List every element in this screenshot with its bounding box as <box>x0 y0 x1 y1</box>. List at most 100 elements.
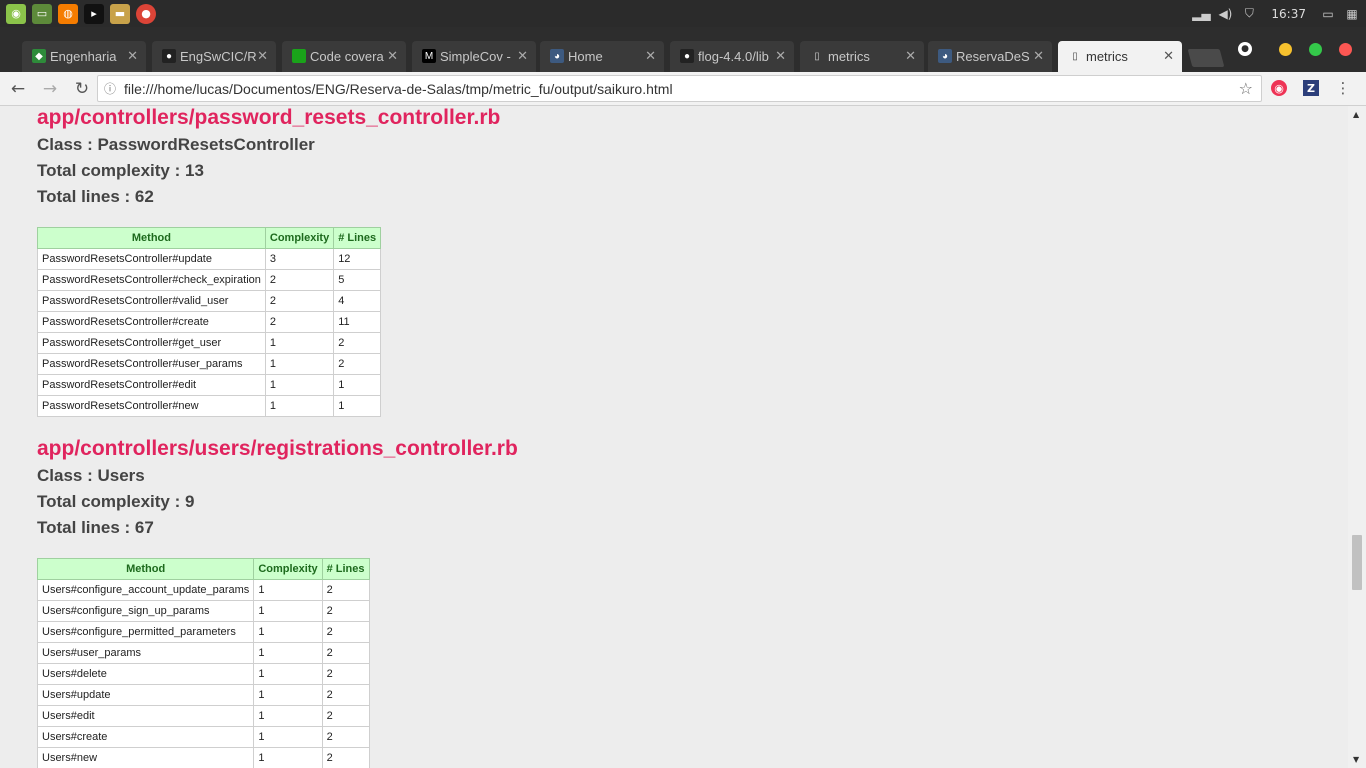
url-text[interactable]: file:///home/lucas/Documentos/ENG/Reserv… <box>124 81 673 97</box>
lines-cell: 1 <box>333 374 382 396</box>
column-header: # Lines <box>333 227 382 249</box>
tab[interactable]: ▯ metrics ✕ <box>1058 41 1182 72</box>
lines-cell: 2 <box>321 684 370 706</box>
class-line: Class : PasswordResetsController <box>37 135 315 154</box>
method-cell: PasswordResetsController#edit <box>37 374 266 396</box>
reload-button[interactable]: ↻ <box>68 75 96 103</box>
tab-close-icon[interactable]: ✕ <box>257 48 268 64</box>
complexity-cell: 1 <box>253 684 323 706</box>
complexity-cell: 1 <box>253 600 323 622</box>
page-scrollbar[interactable]: ▲ ▼ <box>1348 106 1366 768</box>
github-icon: ● <box>162 49 176 63</box>
tab[interactable]: ● flog-4.4.0/lib ✕ <box>670 41 794 72</box>
info-icon[interactable]: ⓘ <box>104 80 124 97</box>
forward-button[interactable]: → <box>36 75 64 103</box>
files-icon[interactable]: ▭ <box>32 3 52 24</box>
maximize-button[interactable] <box>1309 42 1322 56</box>
complexity-cell: 1 <box>253 747 323 768</box>
tab[interactable]: M SimpleCov - ✕ <box>412 41 536 72</box>
lines-cell: 2 <box>321 663 370 685</box>
method-cell: PasswordResetsController#user_params <box>37 353 266 375</box>
tab[interactable]: ● EngSwCIC/R ✕ <box>152 41 276 72</box>
menu-icon[interactable]: ⋮ <box>1335 79 1351 97</box>
mint-menu-icon[interactable]: ◉ <box>6 3 26 24</box>
method-cell: Users#edit <box>36 705 255 727</box>
tab-close-icon[interactable]: ✕ <box>905 48 916 64</box>
lines-cell: 2 <box>321 747 370 768</box>
method-cell: Users#update <box>36 684 255 706</box>
table-row: Users#configure_sign_up_params 1 2 <box>36 600 370 622</box>
folder-icon[interactable]: ▬ <box>110 3 130 24</box>
extension-circle-icon[interactable]: ◉ <box>1271 80 1287 96</box>
tab-close-icon[interactable]: ✕ <box>517 48 528 64</box>
volume-icon[interactable]: ◀) <box>1217 6 1233 22</box>
file-section: app/controllers/users/registrations_cont… <box>36 437 518 768</box>
table-row: PasswordResetsController#get_user 1 2 <box>37 332 382 354</box>
table-row: PasswordResetsController#user_params 1 2 <box>37 353 382 375</box>
lines-cell: 2 <box>321 579 370 601</box>
tab[interactable]: ◆ Engenharia ✕ <box>22 41 146 72</box>
page-icon: ▯ <box>1072 50 1078 62</box>
lines-cell: 2 <box>321 726 370 748</box>
column-header: # Lines <box>321 558 370 580</box>
workspace-icon[interactable]: ▦ <box>1344 6 1360 22</box>
tab[interactable]: Code covera ✕ <box>282 41 406 72</box>
extension-z-icon[interactable]: Z <box>1303 80 1319 96</box>
firefox-icon[interactable]: ◍ <box>58 3 78 24</box>
lines-cell: 1 <box>333 395 382 417</box>
tab-close-icon[interactable]: ✕ <box>775 48 786 64</box>
tab-close-icon[interactable]: ✕ <box>1033 48 1044 64</box>
column-header: Method <box>37 227 266 249</box>
table-row: Users#update 1 2 <box>36 684 370 706</box>
lines-cell: 2 <box>321 642 370 664</box>
tab[interactable]: ◕ Home ✕ <box>540 41 664 72</box>
close-window-button[interactable] <box>1339 42 1352 56</box>
file-title: app/controllers/password_resets_controll… <box>37 106 501 129</box>
method-cell: Users#configure_permitted_parameters <box>36 621 255 643</box>
back-button[interactable]: ← <box>4 75 32 103</box>
minimize-button[interactable] <box>1279 42 1292 56</box>
table-row: Users#new 1 2 <box>36 747 370 768</box>
method-cell: PasswordResetsController#create <box>37 311 266 333</box>
column-header: Method <box>36 558 255 580</box>
tab[interactable]: ▯ metrics ✕ <box>800 41 924 72</box>
file-title: app/controllers/users/registrations_cont… <box>37 437 518 460</box>
network-icon[interactable]: ▂▄ <box>1192 6 1210 22</box>
chrome-icon[interactable]: ● <box>136 3 156 24</box>
tab-close-icon[interactable]: ✕ <box>127 48 138 64</box>
address-bar[interactable]: ⓘ file:///home/lucas/Documentos/ENG/Rese… <box>97 75 1262 102</box>
profile-icon[interactable]: ● <box>1238 42 1252 56</box>
clock[interactable]: 16:37 <box>1271 7 1306 21</box>
shield-icon[interactable]: ⛉ <box>1241 6 1257 22</box>
scroll-up-arrow-icon[interactable]: ▲ <box>1353 110 1359 119</box>
method-cell: Users#new <box>36 747 255 768</box>
tab-close-icon[interactable]: ✕ <box>387 48 398 64</box>
bookmark-star-icon[interactable]: ☆ <box>1239 79 1253 98</box>
terminal-icon[interactable]: ▸ <box>84 3 104 24</box>
table-row: PasswordResetsController#new 1 1 <box>37 395 382 417</box>
owl-icon: ◕ <box>550 49 564 63</box>
method-cell: PasswordResetsController#new <box>37 395 266 417</box>
tab-title: Engenharia <box>50 49 117 64</box>
complexity-cell: 1 <box>264 353 335 375</box>
tab-title: ReservaDeS <box>956 49 1030 64</box>
new-tab-button[interactable] <box>1187 49 1225 67</box>
table-header-row: Method Complexity # Lines <box>36 558 370 580</box>
lines-cell: 2 <box>333 332 382 354</box>
file-section: app/controllers/password_resets_controll… <box>37 106 500 417</box>
scrollbar-thumb[interactable] <box>1352 535 1362 590</box>
complexity-cell: 2 <box>264 269 335 291</box>
method-cell: PasswordResetsController#check_expiratio… <box>37 269 266 291</box>
scroll-down-arrow-icon[interactable]: ▼ <box>1353 755 1359 764</box>
metrics-table: Method Complexity # Lines Users#configur… <box>36 558 370 768</box>
keyboard-icon[interactable]: ▭ <box>1320 6 1336 22</box>
window-controls: ● <box>1238 42 1352 56</box>
taskbar: ◉ ▭ ◍ ▸ ▬ ● ▂▄ ◀) ⛉ 16:37 ▭ ▦ <box>0 0 1366 27</box>
tab-close-icon[interactable]: ✕ <box>645 48 656 64</box>
tab-title: Home <box>568 49 603 64</box>
tab-close-icon[interactable]: ✕ <box>1163 48 1174 64</box>
table-row: PasswordResetsController#create 2 11 <box>37 311 382 333</box>
green-square-icon <box>292 49 306 63</box>
tab[interactable]: ◕ ReservaDeS ✕ <box>928 41 1052 72</box>
lines-cell: 4 <box>333 290 382 312</box>
